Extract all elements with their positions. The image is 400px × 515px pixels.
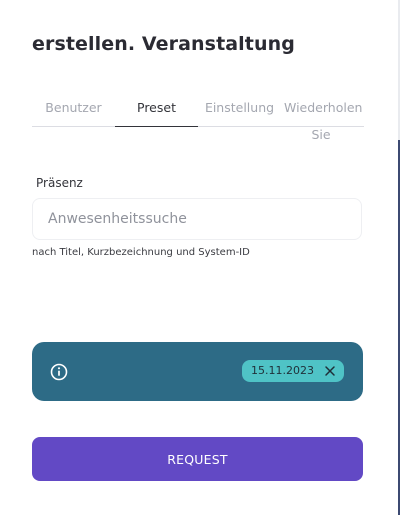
tab-preset[interactable]: Preset (115, 100, 198, 127)
presence-search-input[interactable] (32, 198, 362, 240)
tab-wiederholen[interactable]: Wiederholen Sie (284, 100, 362, 142)
dialog-title: erstellen. Veranstaltung (32, 33, 295, 55)
tab-label-continued: Sie (311, 127, 331, 142)
close-icon[interactable] (324, 365, 336, 377)
date-chip: 15.11.2023 (242, 360, 344, 382)
search-hint: nach Titel, Kurzbezeichnung und System-I… (32, 247, 250, 258)
create-event-dialog: erstellen. Veranstaltung Benutzer Preset… (0, 0, 400, 515)
info-banner: 15.11.2023 (32, 342, 363, 401)
presence-label: Präsenz (36, 176, 83, 190)
request-button[interactable]: REQUEST (32, 437, 363, 481)
tab-benutzer[interactable]: Benutzer (32, 100, 115, 126)
tab-bar: Benutzer Preset Einstellung Wiederholen … (32, 100, 364, 142)
tab-einstellung[interactable]: Einstellung (198, 100, 281, 126)
tab-label: Preset (137, 100, 176, 115)
tab-label: Wiederholen (284, 100, 363, 115)
info-icon (50, 363, 68, 381)
tab-label: Benutzer (45, 100, 102, 115)
tab-label: Einstellung (204, 100, 275, 115)
date-chip-label: 15.11.2023 (251, 364, 314, 377)
